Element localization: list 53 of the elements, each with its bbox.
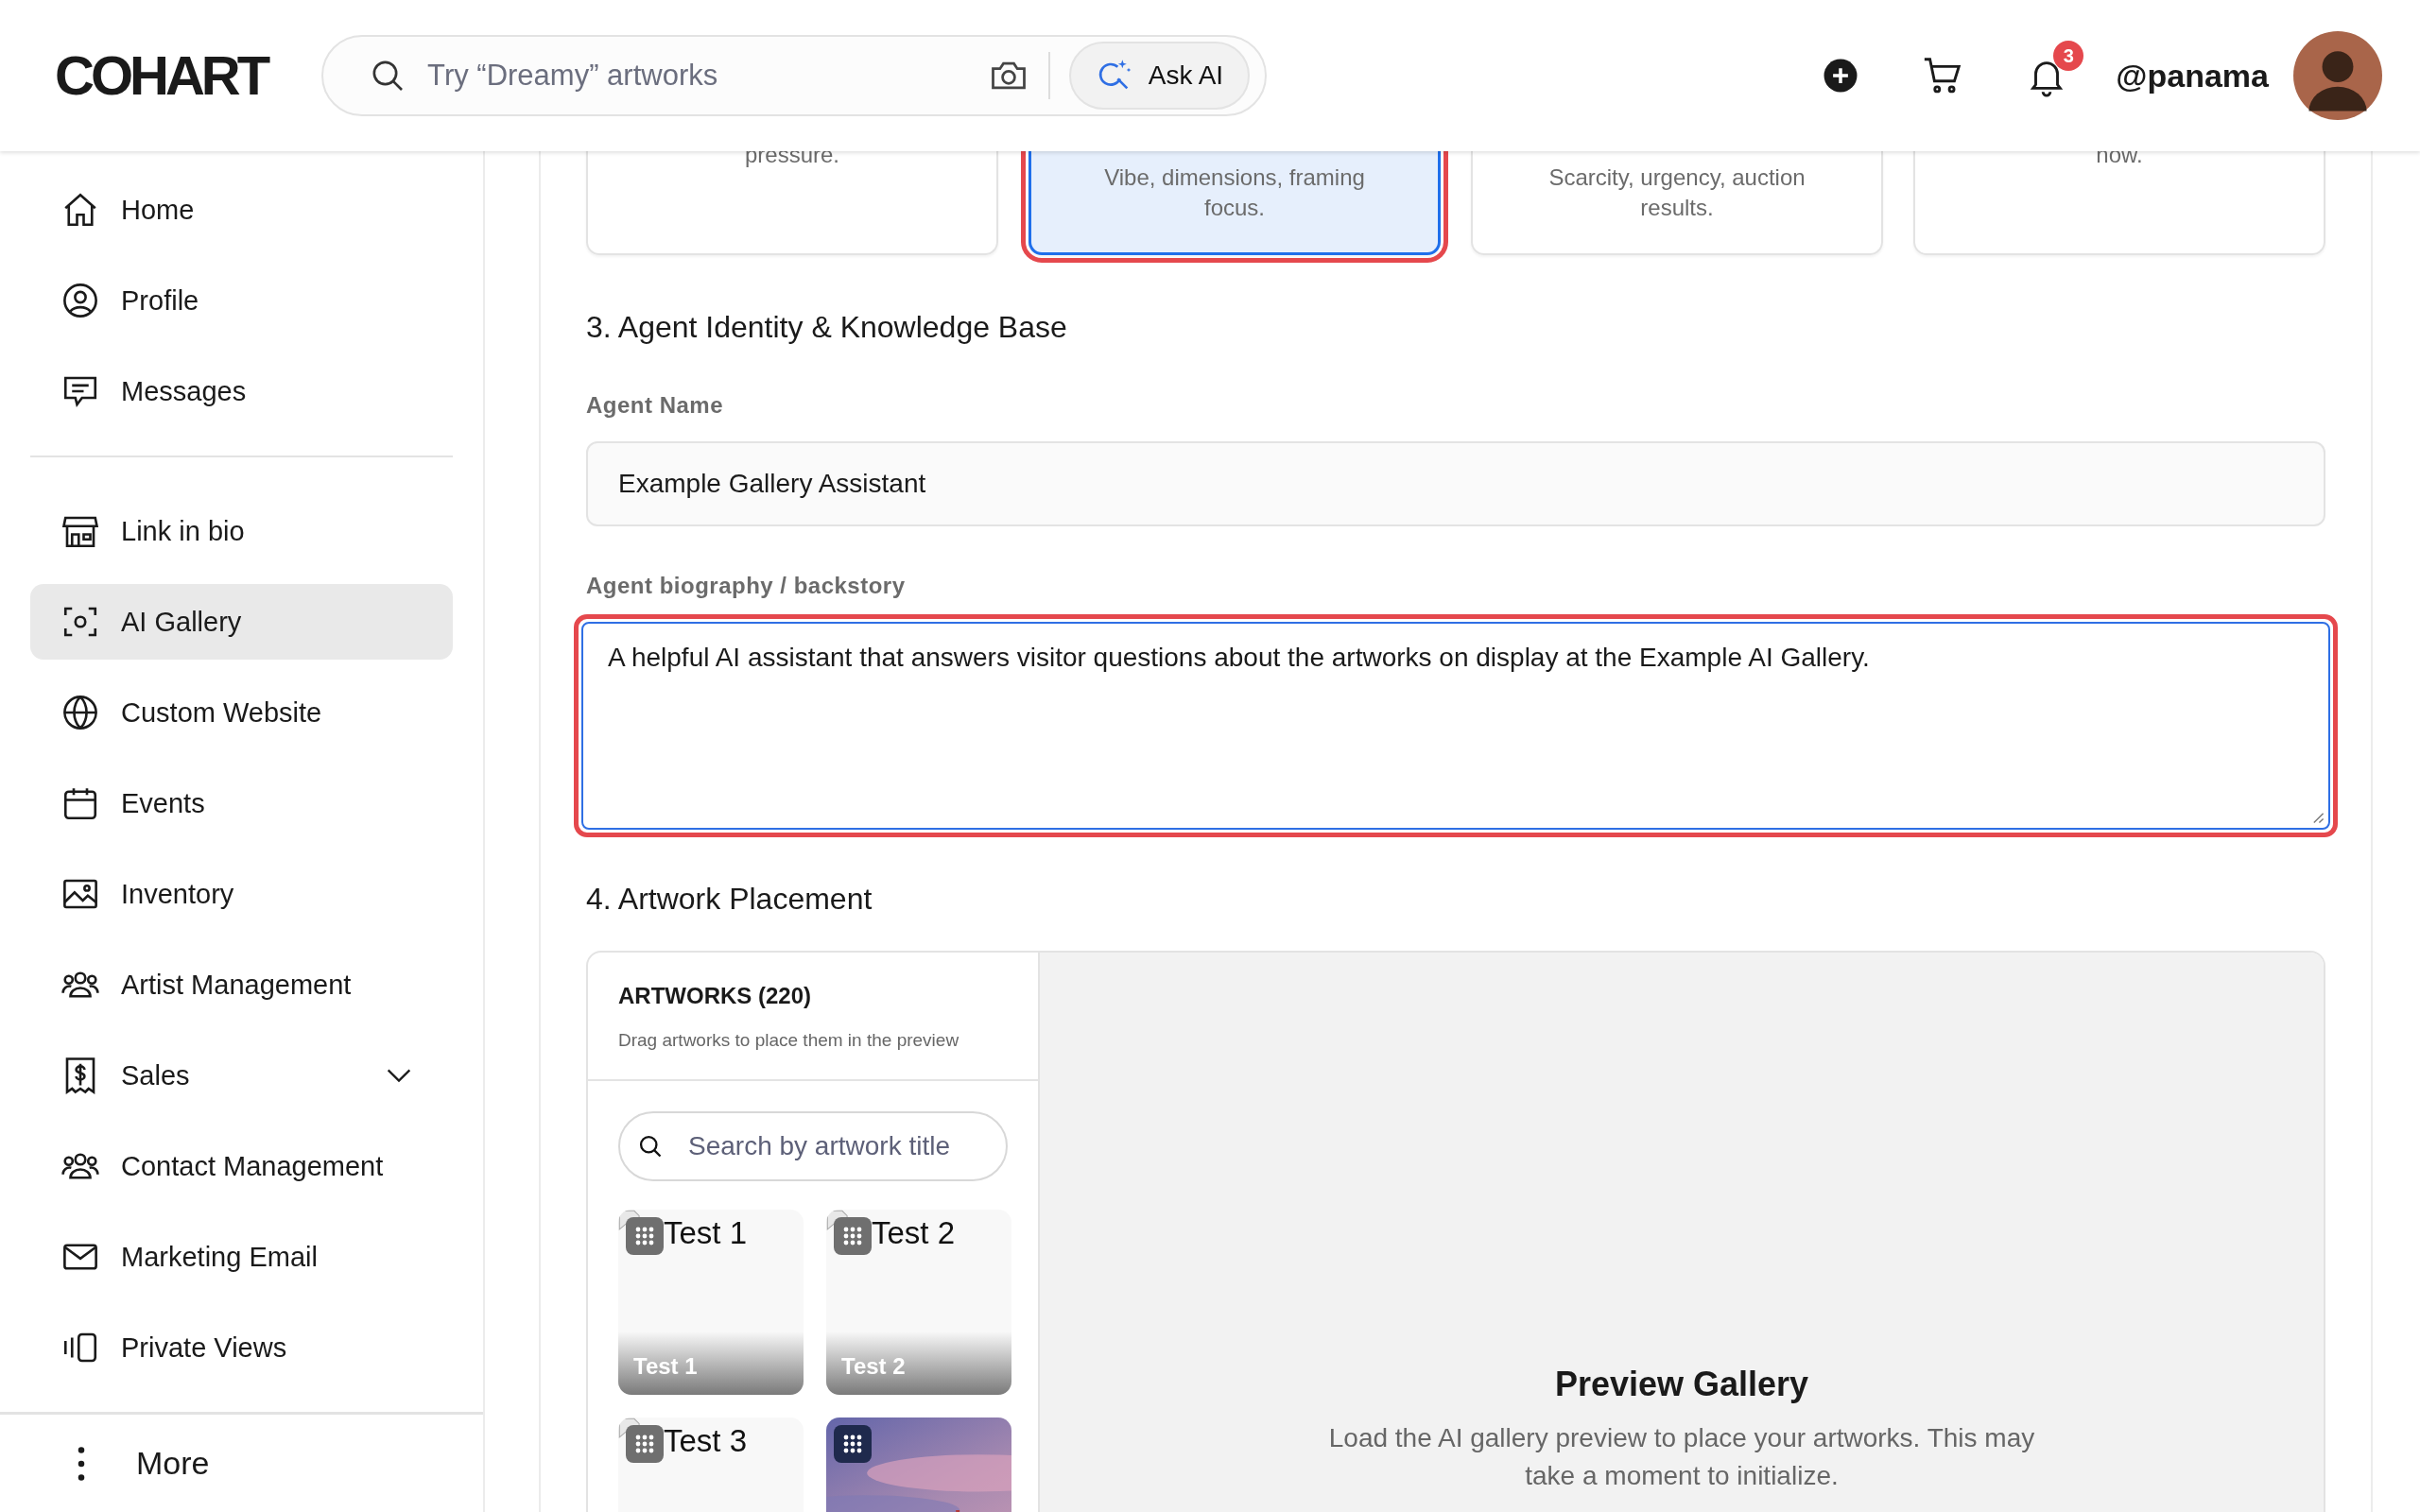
search-bar[interactable]: Try “Dreamy” artworks Ask AI (321, 35, 1268, 116)
preview-text: Load the AI gallery preview to place your artworks. This may take a moment to initialize. (1327, 1422, 2036, 1492)
option-card[interactable]: now. (1913, 151, 2325, 255)
globe-icon (60, 693, 100, 732)
artwork-card[interactable]: Test 3 (618, 1418, 804, 1512)
username[interactable]: @panama (2116, 57, 2269, 94)
artwork-alt-text: Test 3 (664, 1423, 748, 1459)
nav-item[interactable]: Messages (30, 353, 453, 429)
nav-item[interactable]: Sales (30, 1038, 453, 1113)
nav-item[interactable]: AI Gallery (30, 584, 453, 660)
nav-item[interactable]: Link in bio (30, 493, 453, 569)
more-item[interactable]: More (0, 1412, 483, 1512)
search-field[interactable]: Search by artwork title (686, 1130, 989, 1162)
drag-handle-icon[interactable] (834, 1425, 872, 1463)
artwork-search-bar[interactable]: Search by artwork title (618, 1111, 1008, 1181)
artwork-card[interactable]: Test 2 Test 2 (826, 1210, 1011, 1395)
artworks-hint: Drag artworks to place them in the preview (618, 1030, 960, 1051)
section-heading: 3. Agent Identity & Knowledge Base (586, 309, 1068, 346)
search-field[interactable]: Try “Dreamy” artworks (425, 58, 969, 94)
notification-count: 3 (2053, 41, 2084, 71)
artwork-alt-text: Test 1 (664, 1215, 748, 1251)
nav-item[interactable]: Profile (30, 263, 453, 338)
agent-name-field[interactable]: Example Gallery Assistant (586, 441, 2325, 526)
artwork-alt-text: Test 2 (872, 1215, 956, 1251)
search-icon (637, 1133, 664, 1160)
nav-item[interactable]: Events (30, 765, 453, 841)
ask-ai-button[interactable]: Ask AI (1068, 42, 1251, 110)
nav-item[interactable]: Private Views (30, 1310, 453, 1385)
drag-handle-icon[interactable] (626, 1217, 664, 1255)
nav-item[interactable]: Marketing Email (30, 1219, 453, 1295)
logo[interactable]: COHART (55, 48, 268, 103)
artwork-card[interactable]: Test 1 Test 1 (618, 1210, 804, 1395)
resize-handle-icon[interactable] (2311, 811, 2325, 824)
nav-item[interactable]: Contact Management (30, 1128, 453, 1204)
nav-item[interactable]: Inventory (30, 856, 453, 932)
drag-handle-icon[interactable] (834, 1217, 872, 1255)
field-label: Agent biography / backstory (586, 573, 907, 599)
option-card[interactable]: pressure. (586, 151, 998, 255)
option-card[interactable]: Scarcity, urgency, auction results. (1471, 151, 1883, 255)
more-icon (78, 1446, 85, 1481)
nav-item[interactable]: Artist Management (30, 947, 453, 1022)
nav-item[interactable]: Home (30, 172, 453, 248)
preview-title: Preview Gallery (1554, 1365, 1809, 1404)
artwork-caption: Test 1 (618, 1332, 804, 1395)
field-label: Agent Name (586, 392, 725, 419)
profile-icon (60, 281, 100, 320)
biography-field[interactable]: A helpful AI assistant that answers visitor questions about the artworks on display at the Example AI Gallery. (581, 622, 2330, 830)
section-heading: 4. Artwork Placement (586, 881, 873, 918)
drag-handle-icon[interactable] (626, 1425, 664, 1463)
nav-item[interactable]: Custom Website (30, 675, 453, 750)
avatar[interactable] (2293, 31, 2382, 120)
artworks-title: ARTWORKS (220) (618, 983, 812, 1009)
artwork-caption: Test 2 (826, 1332, 1011, 1395)
